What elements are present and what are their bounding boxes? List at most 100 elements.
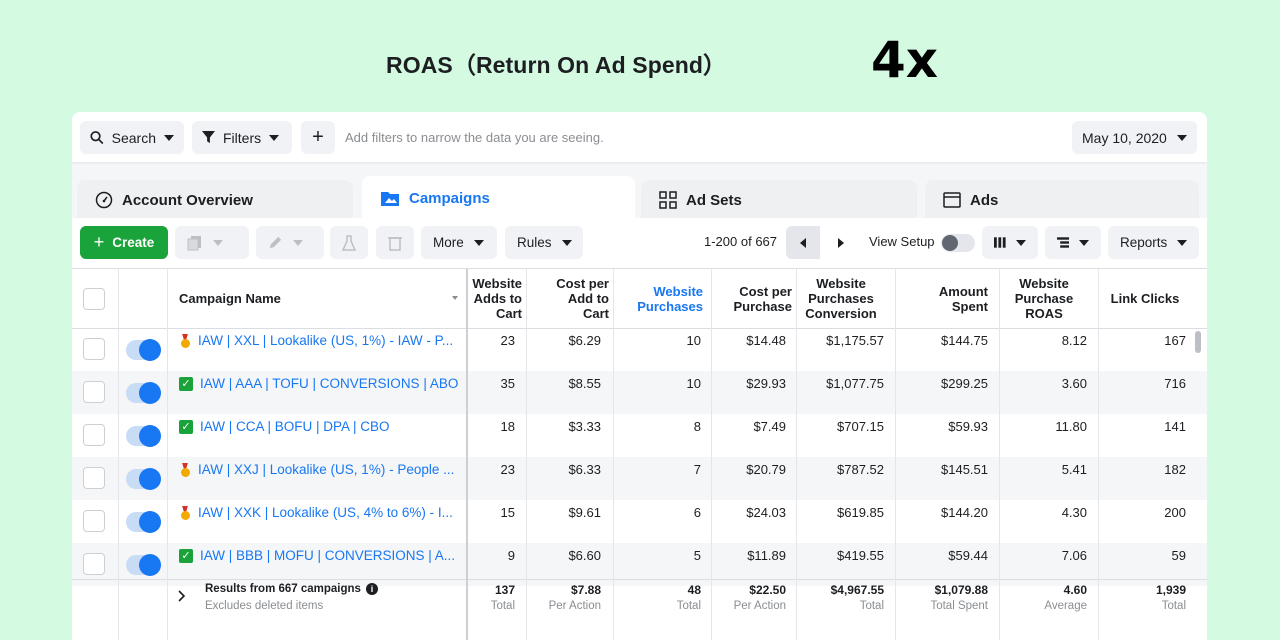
view-setup-toggle[interactable] xyxy=(941,234,975,252)
row-checkbox[interactable] xyxy=(83,338,105,360)
cell-roas: 11.80 xyxy=(1055,419,1087,434)
medal-icon xyxy=(179,463,191,477)
campaign-toolbar: + Create More Rules 1-200 of 667 View Se… xyxy=(72,218,1207,268)
cell-clicks: 182 xyxy=(1164,462,1186,477)
duplicate-button[interactable] xyxy=(175,226,249,259)
more-button[interactable]: More xyxy=(421,226,497,259)
edit-button[interactable] xyxy=(256,226,324,259)
pencil-icon xyxy=(269,236,282,249)
row-checkbox[interactable] xyxy=(83,424,105,446)
cell-purch: 6 xyxy=(693,505,701,520)
column-header-link-clicks[interactable]: Link Clicks xyxy=(1100,269,1190,328)
tab-ads[interactable]: Ads xyxy=(925,180,1199,220)
campaign-name-text: IAW | CCA | BOFU | DPA | CBO xyxy=(200,419,390,434)
search-label: Search xyxy=(111,129,156,146)
campaign-name-link[interactable]: ✓ IAW | BBB | MOFU | CONVERSIONS | A... xyxy=(179,548,455,563)
row-checkbox[interactable] xyxy=(83,553,105,575)
cell-clicks: 59 xyxy=(1171,548,1186,563)
test-button[interactable] xyxy=(330,226,368,259)
column-header-adds-to-cart[interactable]: Website Adds to Cart xyxy=(468,269,522,328)
next-page-button[interactable] xyxy=(824,226,858,259)
breakdown-icon xyxy=(1057,237,1069,248)
campaign-name-link[interactable]: ✓ IAW | AAA | TOFU | CONVERSIONS | ABO xyxy=(179,376,458,391)
cell-cpa: $6.60 xyxy=(568,548,601,563)
cell-conv: $787.52 xyxy=(837,462,884,477)
total-purch: 48 xyxy=(687,583,701,597)
campaign-name-text: IAW | XXJ | Lookalike (US, 1%) - People … xyxy=(198,462,455,477)
campaign-toggle[interactable] xyxy=(126,511,161,533)
column-header-purchase-roas[interactable]: Website Purchase ROAS xyxy=(1001,269,1087,328)
campaign-toggle[interactable] xyxy=(126,554,161,576)
total-conv-label: Total xyxy=(859,600,884,612)
gauge-icon xyxy=(95,191,113,209)
column-header-campaign-name[interactable]: Campaign Name xyxy=(179,269,281,328)
date-picker[interactable]: May 10, 2020 xyxy=(1072,121,1197,154)
cell-cpp: $14.48 xyxy=(746,333,786,348)
columns-button[interactable] xyxy=(982,226,1038,259)
total-purch-label: Total xyxy=(676,600,701,612)
totals-title-text: Results from 667 campaigns xyxy=(205,583,361,595)
chevron-down-icon xyxy=(561,239,572,246)
info-icon[interactable]: i xyxy=(365,583,378,595)
tab-account-overview[interactable]: Account Overview xyxy=(77,180,353,220)
breakdown-button[interactable] xyxy=(1045,226,1101,259)
row-checkbox[interactable] xyxy=(83,381,105,403)
column-header-label: Campaign Name xyxy=(179,291,281,306)
campaign-name-text: IAW | XXK | Lookalike (US, 4% to 6%) - I… xyxy=(198,505,453,520)
row-checkbox[interactable] xyxy=(83,510,105,532)
campaign-name-link[interactable]: ✓ IAW | CCA | BOFU | DPA | CBO xyxy=(179,419,390,434)
create-button[interactable]: + Create xyxy=(80,226,168,259)
cell-cpp: $20.79 xyxy=(746,462,786,477)
tab-campaigns[interactable]: Campaigns xyxy=(362,176,635,220)
campaign-name-link[interactable]: IAW | XXL | Lookalike (US, 1%) - IAW - P… xyxy=(179,333,453,348)
rules-label: Rules xyxy=(517,235,552,250)
column-header-amount-spent[interactable]: Amount Spent xyxy=(897,269,988,328)
add-filter-button[interactable]: + xyxy=(301,121,335,154)
total-clicks-label: Total xyxy=(1161,600,1186,612)
cell-conv: $1,175.57 xyxy=(826,333,884,348)
reports-button[interactable]: Reports xyxy=(1108,226,1199,259)
cell-adds: 23 xyxy=(500,333,515,348)
vertical-scrollbar[interactable] xyxy=(1195,331,1201,353)
cell-clicks: 167 xyxy=(1164,333,1186,348)
select-all-checkbox[interactable] xyxy=(83,288,105,310)
folder-icon xyxy=(381,192,399,206)
column-header-label: Amount Spent xyxy=(938,283,988,314)
previous-page-button[interactable] xyxy=(786,226,820,259)
delete-button[interactable] xyxy=(376,226,414,259)
chevron-right-icon[interactable] xyxy=(178,590,186,602)
tab-label: Ads xyxy=(970,191,999,209)
column-header-purchases[interactable]: Website Purchases xyxy=(615,269,703,328)
cell-adds: 9 xyxy=(507,548,515,563)
cell-clicks: 200 xyxy=(1164,505,1186,520)
column-header-cost-per-purchase[interactable]: Cost per Purchase xyxy=(713,269,792,328)
cell-clicks: 716 xyxy=(1164,376,1186,391)
filters-button[interactable]: Filters xyxy=(192,121,292,154)
rules-button[interactable]: Rules xyxy=(505,226,583,259)
campaign-name-link[interactable]: IAW | XXJ | Lookalike (US, 1%) - People … xyxy=(179,462,454,477)
search-button[interactable]: Search xyxy=(80,121,184,154)
tab-ad-sets[interactable]: Ad Sets xyxy=(641,180,917,220)
campaign-toggle[interactable] xyxy=(126,425,161,447)
row-checkbox[interactable] xyxy=(83,467,105,489)
chevron-left-icon xyxy=(800,237,806,248)
column-header-purchase-conversion[interactable]: Website Purchases Conversion xyxy=(798,269,884,328)
campaign-name-text: IAW | AAA | TOFU | CONVERSIONS | ABO xyxy=(200,376,459,391)
ad-icon xyxy=(943,192,961,208)
column-header-label: Cost per Add to Cart xyxy=(556,276,609,321)
campaign-name-link[interactable]: IAW | XXK | Lookalike (US, 4% to 6%) - I… xyxy=(179,505,453,520)
campaign-toggle[interactable] xyxy=(126,339,161,361)
column-header-cost-per-add[interactable]: Cost per Add to Cart xyxy=(528,269,609,328)
cell-roas: 8.12 xyxy=(1061,333,1087,348)
filter-bar: Search Filters + Add filters to narrow t… xyxy=(72,112,1207,162)
chevron-down-icon xyxy=(1177,239,1188,246)
column-divider xyxy=(613,269,614,640)
campaign-toggle[interactable] xyxy=(126,382,161,404)
campaign-toggle[interactable] xyxy=(126,468,161,490)
create-label: Create xyxy=(112,235,155,250)
total-spent-label: Total Spent xyxy=(930,600,988,612)
column-divider xyxy=(711,269,712,640)
cell-purch: 10 xyxy=(686,333,701,348)
filter-hint: Add filters to narrow the data you are s… xyxy=(345,130,604,145)
cell-spent: $59.93 xyxy=(948,419,988,434)
